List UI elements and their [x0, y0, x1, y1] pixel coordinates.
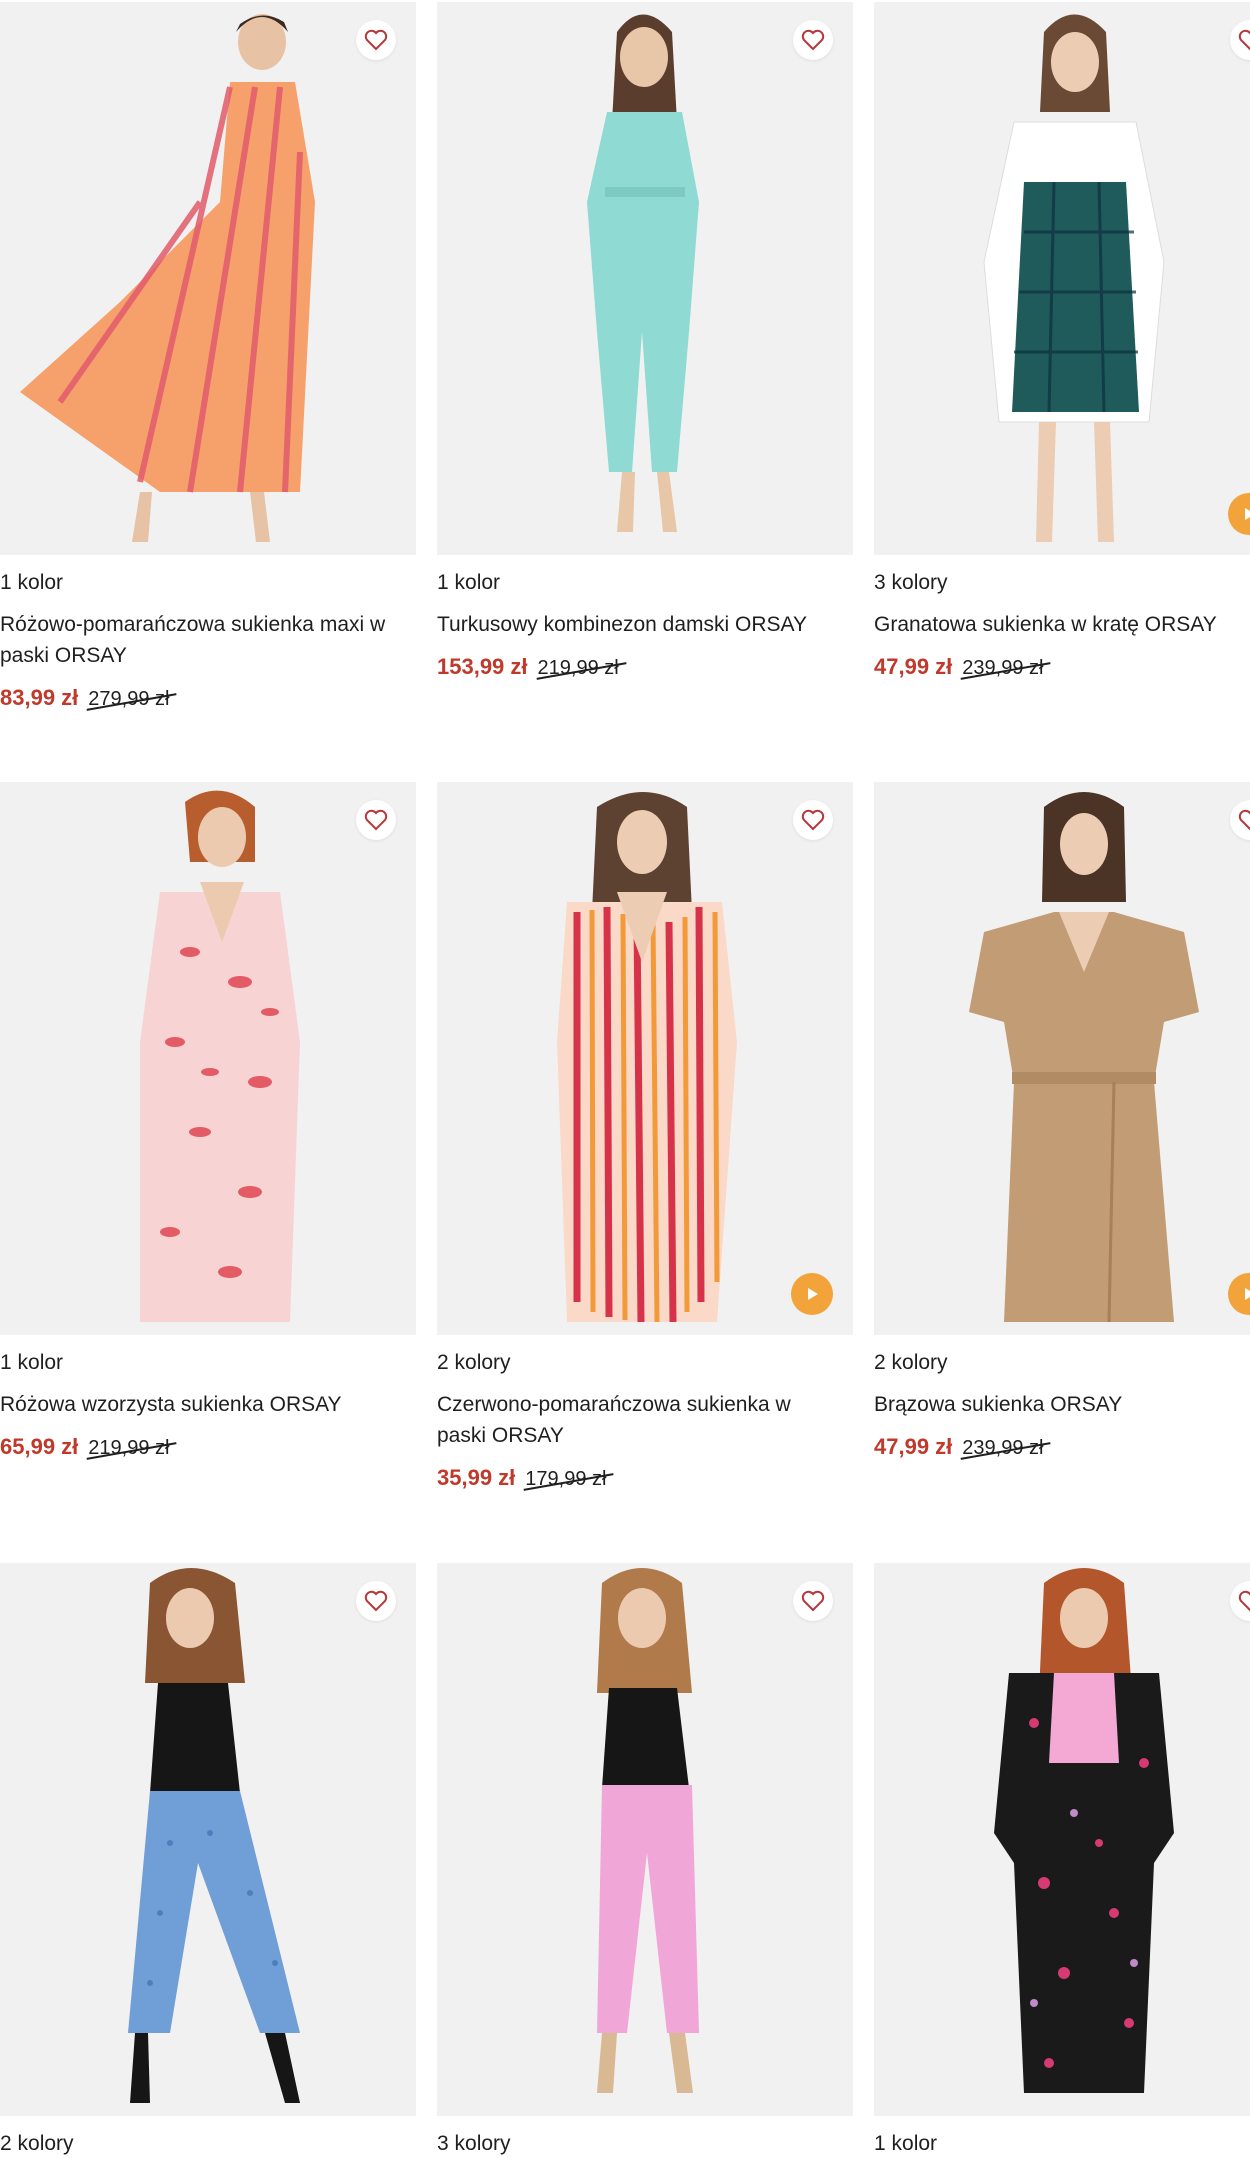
model-illustration	[0, 1563, 416, 2116]
price-row: 47,99 zł 239,99 zł	[874, 654, 1250, 680]
product-card[interactable]: 1 kolor	[874, 1563, 1250, 2158]
color-count: 2 kolory	[874, 1351, 948, 1374]
color-count: 3 kolory	[437, 2132, 511, 2155]
product-image[interactable]	[437, 782, 853, 1335]
heart-icon	[801, 29, 825, 51]
sale-price: 83,99 zł	[0, 685, 79, 710]
favorite-button[interactable]	[356, 20, 396, 60]
product-card[interactable]: 1 kolor Różowo-pomarańczowa sukienka max…	[0, 2, 416, 711]
favorite-button[interactable]	[793, 1581, 833, 1621]
heart-icon	[364, 809, 388, 831]
favorite-button[interactable]	[356, 1581, 396, 1621]
sale-price: 153,99 zł	[437, 654, 528, 679]
price-row: 153,99 zł 219,99 zł	[437, 654, 853, 680]
model-illustration	[874, 1563, 1250, 2116]
heart-icon	[1238, 29, 1250, 51]
sale-price: 47,99 zł	[874, 1434, 953, 1459]
product-image[interactable]	[437, 1563, 853, 2116]
sale-price: 65,99 zł	[0, 1434, 79, 1459]
model-illustration	[874, 2, 1250, 555]
old-price: 239,99 zł	[962, 1437, 1044, 1459]
color-count: 1 kolor	[0, 571, 64, 594]
favorite-button[interactable]	[793, 20, 833, 60]
favorite-button[interactable]	[793, 800, 833, 840]
model-illustration	[0, 2, 416, 555]
old-price: 179,99 zł	[525, 1468, 607, 1490]
model-illustration	[437, 1563, 853, 2116]
color-count: 2 kolory	[437, 1351, 511, 1374]
model-illustration	[0, 782, 416, 1335]
product-name[interactable]: Różowo-pomarańczowa sukienka maxi w pask…	[0, 609, 416, 671]
heart-icon	[1238, 1590, 1250, 1612]
product-card[interactable]: 2 kolory Czerwono-pomarańczowa sukienka …	[437, 782, 853, 1491]
play-icon	[1245, 1288, 1250, 1300]
product-image[interactable]	[0, 2, 416, 555]
color-count: 2 kolory	[0, 2132, 74, 2155]
product-image[interactable]	[0, 1563, 416, 2116]
heart-icon	[1238, 809, 1250, 831]
sale-price: 47,99 zł	[874, 654, 953, 679]
color-count: 1 kolor	[437, 571, 501, 594]
product-image[interactable]	[437, 2, 853, 555]
heart-icon	[801, 809, 825, 831]
model-illustration	[874, 782, 1250, 1335]
color-count: 3 kolory	[874, 571, 948, 594]
heart-icon	[801, 1590, 825, 1612]
product-name[interactable]: Różowa wzorzysta sukienka ORSAY	[0, 1389, 416, 1420]
price-row: 65,99 zł 219,99 zł	[0, 1434, 416, 1460]
product-name[interactable]: Turkusowy kombinezon damski ORSAY	[437, 609, 853, 640]
price-row: 35,99 zł 179,99 zł	[437, 1465, 853, 1491]
color-count: 1 kolor	[874, 2132, 938, 2155]
price-row: 47,99 zł 239,99 zł	[874, 1434, 1250, 1460]
price-row: 83,99 zł 279,99 zł	[0, 685, 416, 711]
product-card[interactable]: 2 kolory Brązowa sukienka ORSAY 47,99 zł…	[874, 782, 1250, 1460]
heart-icon	[364, 1590, 388, 1612]
old-price: 279,99 zł	[88, 688, 170, 710]
color-count: 1 kolor	[0, 1351, 64, 1374]
product-card[interactable]: 1 kolor Różowa wzorzysta sukienka ORSAY …	[0, 782, 416, 1460]
model-illustration	[437, 782, 853, 1335]
old-price: 219,99 zł	[88, 1437, 170, 1459]
product-card[interactable]: 2 kolory	[0, 1563, 416, 2158]
product-image[interactable]	[0, 782, 416, 1335]
old-price: 219,99 zł	[537, 657, 619, 679]
play-video-button[interactable]	[791, 1273, 833, 1315]
model-illustration	[437, 2, 853, 555]
sale-price: 35,99 zł	[437, 1465, 516, 1490]
old-price: 239,99 zł	[962, 657, 1044, 679]
product-image[interactable]	[874, 1563, 1250, 2116]
product-name[interactable]: Granatowa sukienka w kratę ORSAY	[874, 609, 1250, 640]
product-image[interactable]	[874, 782, 1250, 1335]
product-card[interactable]: 3 kolory Granatowa sukienka w kratę ORSA…	[874, 2, 1250, 680]
product-name[interactable]: Brązowa sukienka ORSAY	[874, 1389, 1250, 1420]
play-icon	[1245, 508, 1250, 520]
product-grid: 1 kolor Różowo-pomarańczowa sukienka max…	[0, 0, 1250, 2157]
play-icon	[808, 1288, 818, 1300]
heart-icon	[364, 29, 388, 51]
product-image[interactable]	[874, 2, 1250, 555]
product-name[interactable]: Czerwono-pomarańczowa sukienka w paski O…	[437, 1389, 853, 1451]
product-card[interactable]: 3 kolory	[437, 1563, 853, 2158]
favorite-button[interactable]	[356, 800, 396, 840]
product-card[interactable]: 1 kolor Turkusowy kombinezon damski ORSA…	[437, 2, 853, 680]
